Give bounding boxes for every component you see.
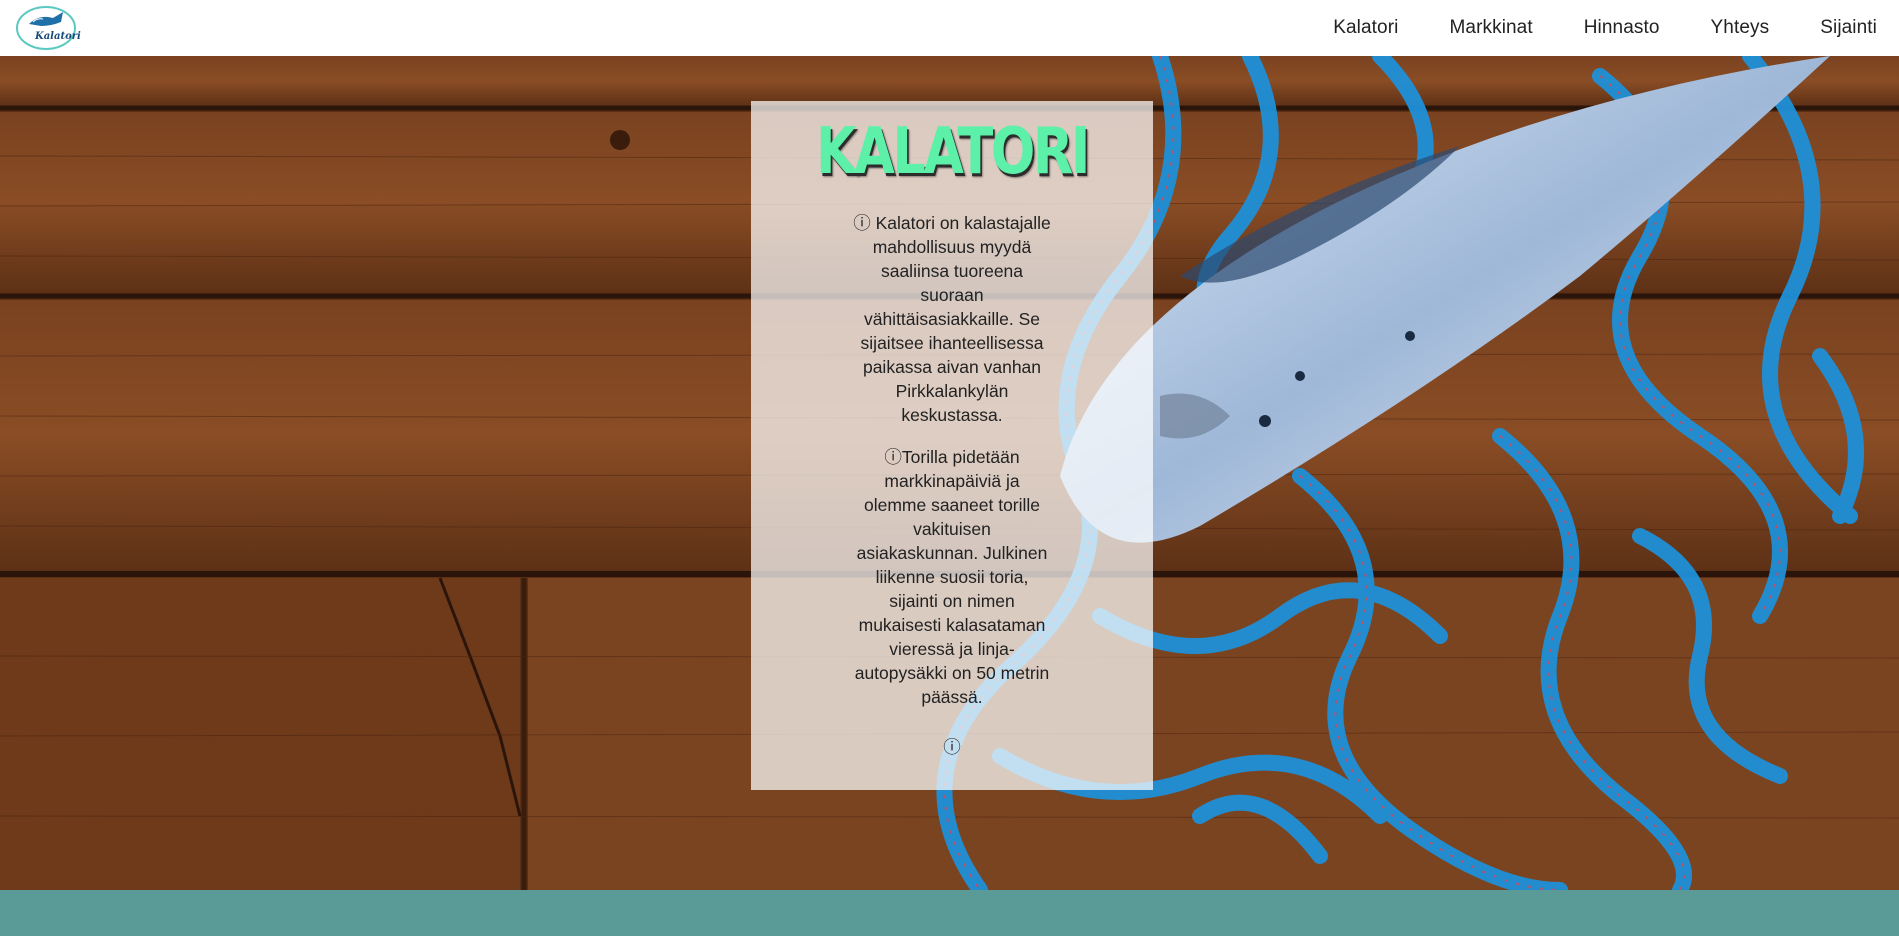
nav-link-yhteys[interactable]: Yhteys — [1711, 17, 1770, 39]
nav-link-kalatori[interactable]: Kalatori — [1333, 17, 1398, 39]
footer-bar — [0, 890, 1899, 936]
logo-text: Kalatori — [35, 31, 81, 42]
nav-link-sijainti[interactable]: Sijainti — [1820, 17, 1877, 39]
top-navbar: Kalatori Kalatori Markkinat Hinnasto Yht… — [0, 0, 1899, 56]
hero-section: KALATORI ⓘ Kalatori on kalastajalle mahd… — [0, 56, 1899, 890]
page-title: KALATORI — [816, 115, 1090, 189]
nav-link-hinnasto[interactable]: Hinnasto — [1584, 17, 1660, 39]
nav-link-markkinat[interactable]: Markkinat — [1449, 17, 1532, 39]
intro-paragraph-2: ⓘTorilla pidetään markkinapäiviä ja olem… — [854, 447, 1050, 707]
intro-paragraph-1: ⓘ Kalatori on kalastajalle mahdollisuus … — [853, 213, 1051, 425]
intro-text: ⓘ Kalatori on kalastajalle mahdollisuus … — [852, 211, 1052, 759]
main-navigation: Kalatori Markkinat Hinnasto Yhteys Sijai… — [1282, 17, 1877, 39]
intro-paragraph-3: ⓘ — [943, 737, 961, 757]
fish-logo-icon — [16, 6, 76, 50]
kalatori-logo[interactable]: Kalatori — [15, 4, 81, 52]
intro-card: KALATORI ⓘ Kalatori on kalastajalle mahd… — [751, 101, 1153, 790]
